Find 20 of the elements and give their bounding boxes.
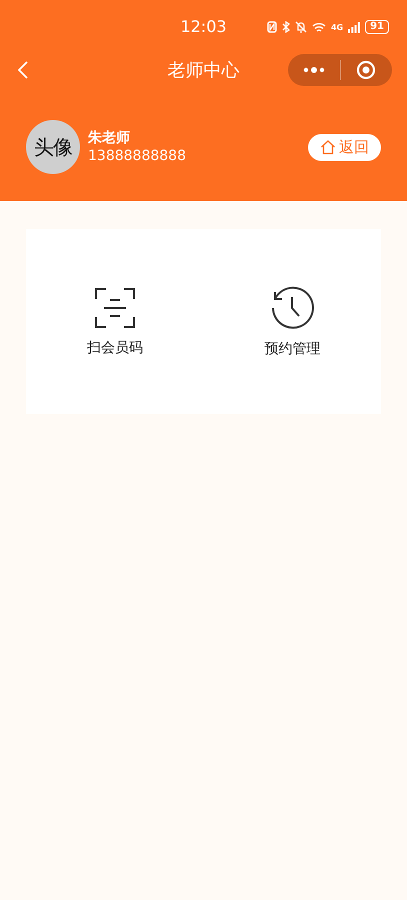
phone-number: 13888888888: [88, 147, 186, 165]
teacher-name: 朱老师: [88, 129, 131, 147]
network-type: 4G: [330, 22, 344, 32]
back-icon: [18, 61, 28, 79]
signal-icon: [348, 22, 360, 32]
status-time: 12:03: [179, 17, 228, 36]
nfc-icon: [266, 21, 277, 33]
battery-level: 91: [365, 20, 389, 34]
target-icon: [356, 60, 376, 80]
scan-icon: [94, 286, 136, 328]
bluetooth-icon: [282, 21, 290, 33]
home-icon: [320, 139, 336, 155]
clock-icon: [270, 286, 314, 330]
action-button[interactable]: 扫会员码: [86, 286, 143, 356]
wifi-icon: [312, 22, 326, 32]
more-icon: [302, 66, 325, 74]
page-title: 老师中心: [166, 59, 240, 82]
action-button[interactable]: 预约管理: [264, 286, 320, 358]
avatar: 头像: [26, 120, 80, 174]
bell-muted-icon: [294, 21, 307, 33]
